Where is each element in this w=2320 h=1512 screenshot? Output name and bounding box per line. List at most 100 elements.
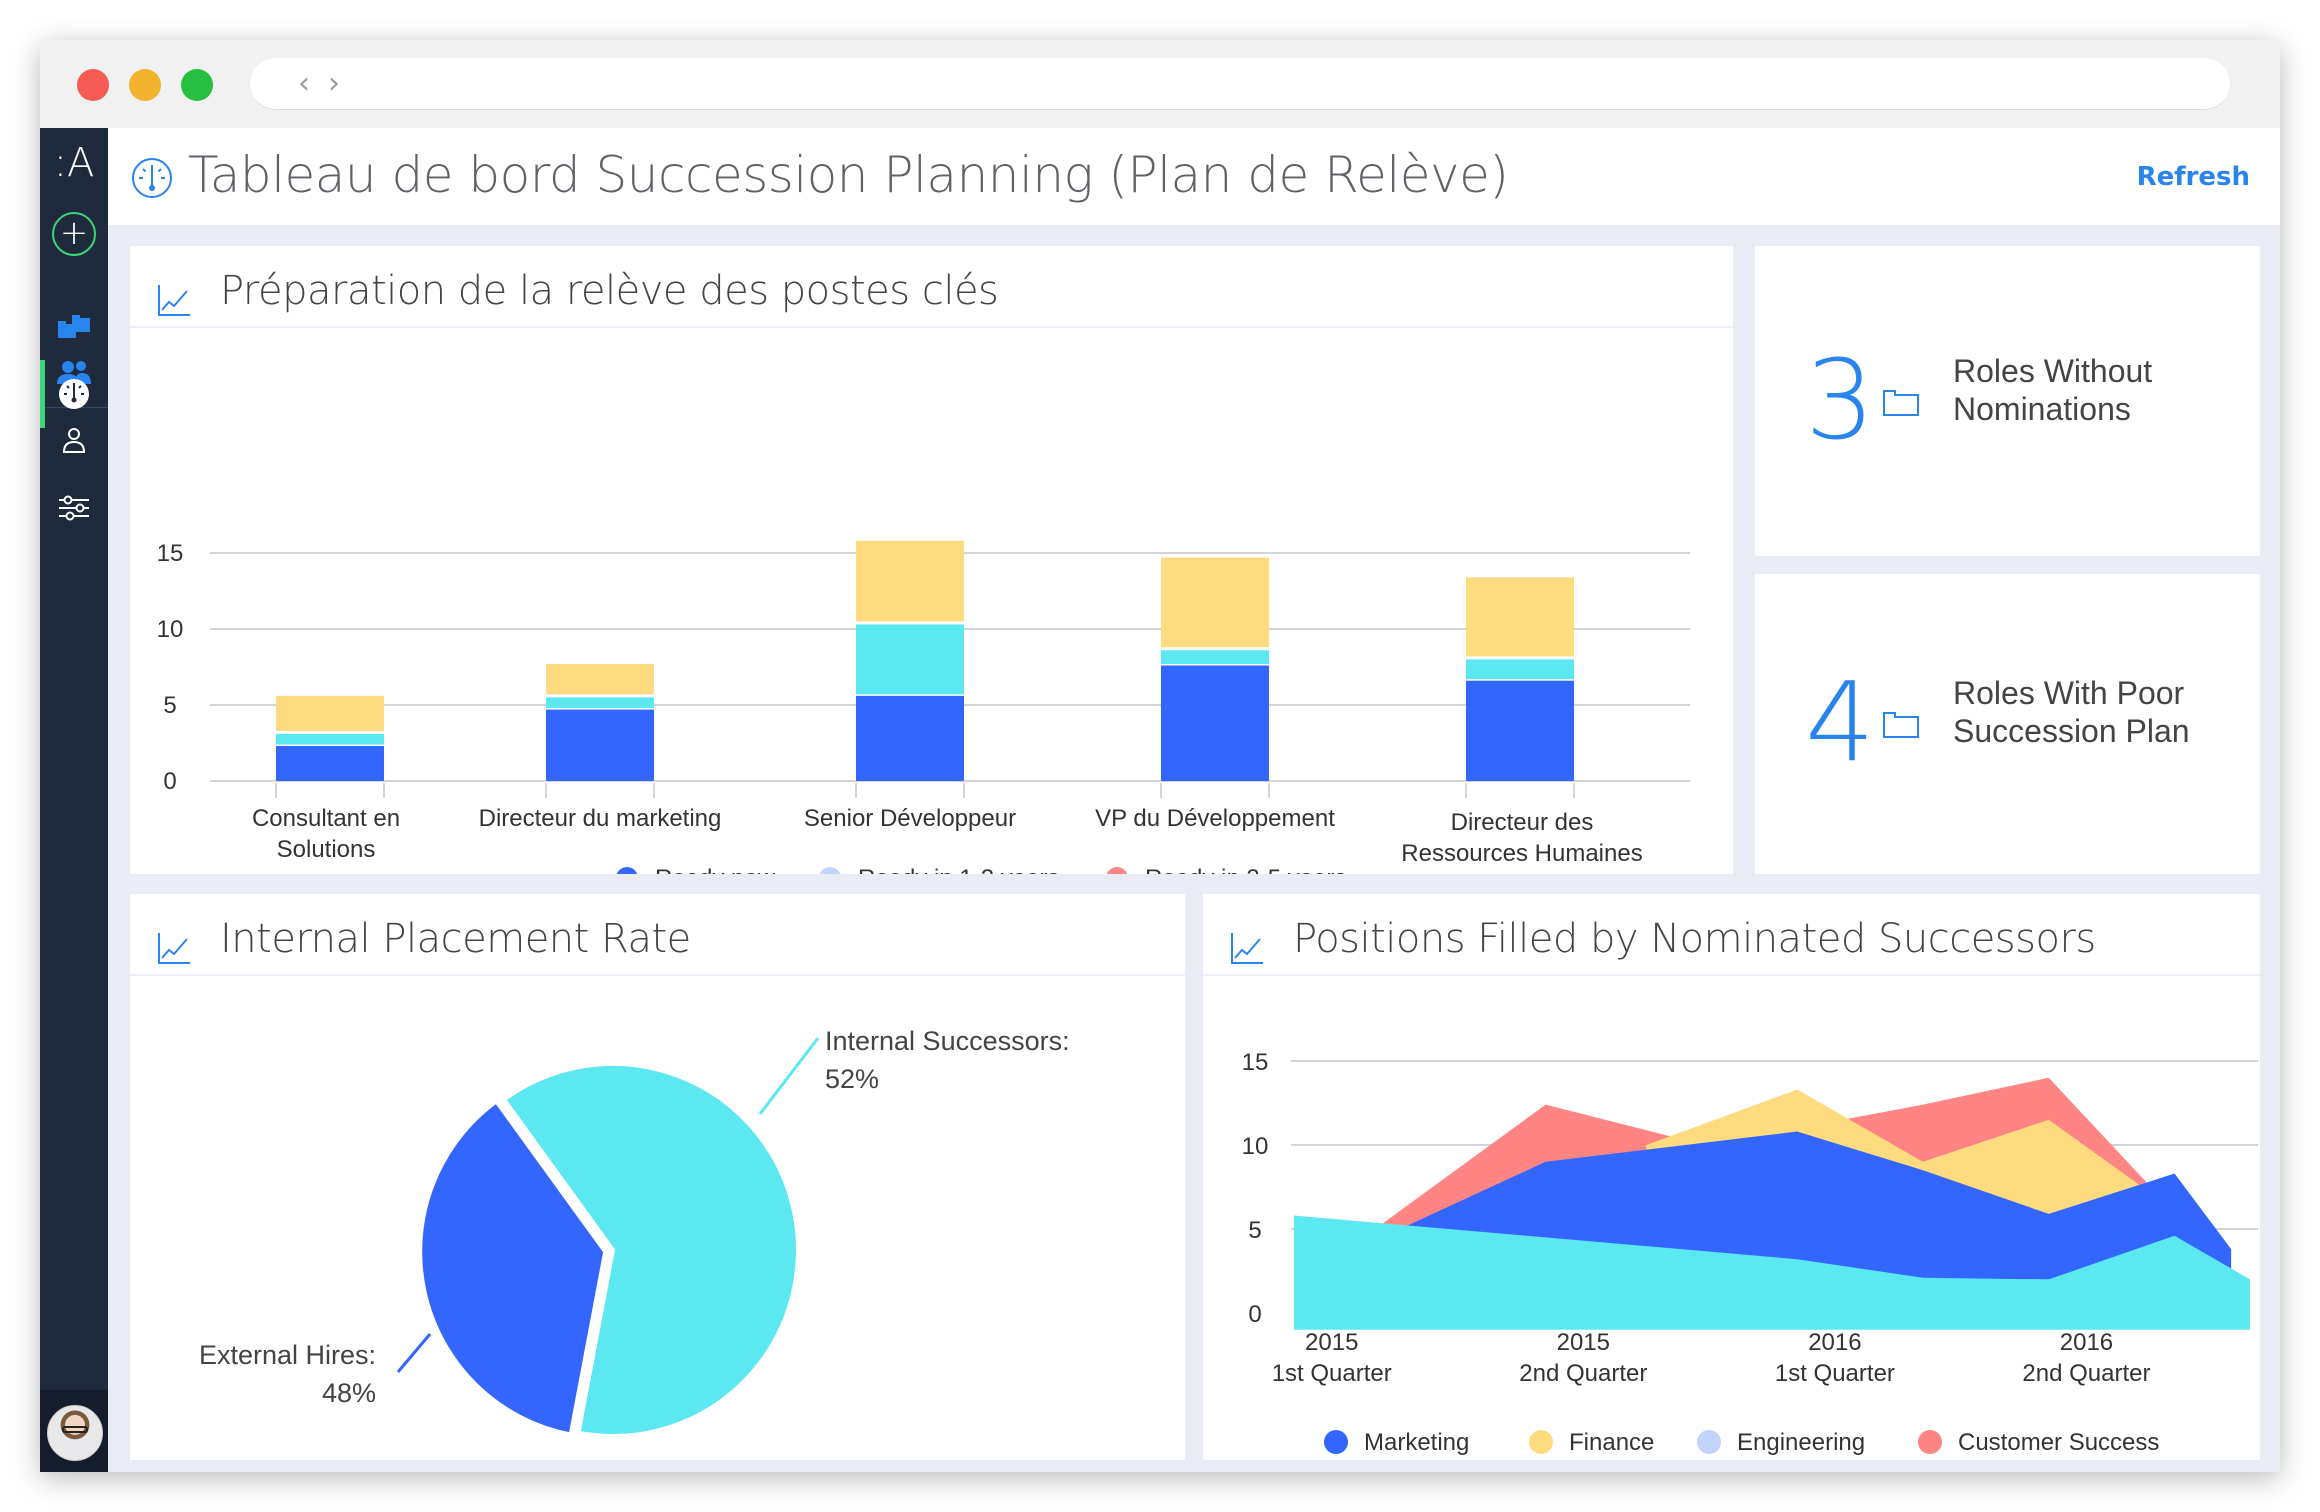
refresh-button[interactable]: Refresh [2137, 162, 2250, 192]
leader-line [758, 1037, 820, 1115]
address-bar[interactable]: ‹ › [250, 58, 2230, 110]
folder-icon [1883, 712, 1919, 738]
browser-titlebar: ‹ › [40, 40, 2280, 128]
y-tick-label: 15 [1242, 1049, 1269, 1076]
dashboard-gauge-icon [59, 379, 89, 409]
x-axis-label: Directeur des [1451, 809, 1594, 836]
bar-segment [546, 709, 654, 781]
x-axis-label: Ressources Humaines [1401, 840, 1642, 867]
x-axis-label: 1st Quarter [1272, 1360, 1392, 1387]
x-axis-label: 2015 [1305, 1329, 1358, 1356]
placement-chart-card: Internal Placement Rate Internal Success… [130, 894, 1185, 1460]
minimize-window-button[interactable] [129, 69, 161, 101]
legend-swatch [1529, 1430, 1553, 1454]
positions-area-chart: 0 5 10 15 2015 1st Quarter 2015 2nd Quarter 2016… [1242, 1049, 2258, 1456]
page-header: Tableau de bord Succession Planning (Pla… [108, 128, 2280, 225]
chevron-left-icon[interactable]: ‹ [298, 66, 310, 101]
bar-segment [1161, 557, 1269, 648]
x-axis-label: 2015 [1557, 1329, 1610, 1356]
kpi-card-roles-poor-succession[interactable]: 4 Roles With Poor Succession Plan [1755, 574, 2260, 874]
y-tick-label: 5 [1248, 1217, 1261, 1244]
pie-label: External Hires: [199, 1340, 376, 1370]
dashboard-gauge-icon [132, 158, 172, 198]
close-window-button[interactable] [77, 69, 109, 101]
readiness-chart-card: Préparation de la relève des postes clés… [130, 246, 1733, 874]
bar-segment [856, 695, 964, 781]
y-tick-label: 0 [1248, 1301, 1261, 1328]
y-tick-label: 10 [1242, 1133, 1269, 1160]
bar-segment [276, 733, 384, 745]
legend-label: Ready in 1-2 years [858, 865, 1059, 874]
leader-line [396, 1333, 432, 1373]
kpi-label-line1: Roles With Poor [1953, 675, 2185, 711]
bar-segment [276, 695, 384, 731]
bar-segment [1466, 577, 1574, 657]
sidebar-item-profile[interactable] [54, 422, 94, 462]
bar-segment [546, 697, 654, 709]
x-axis-label: Senior Développeur [804, 805, 1016, 832]
kpi-card-roles-without-nominations[interactable]: 3 Roles Without Nominations [1755, 246, 2260, 556]
app-logo[interactable]: :A [48, 140, 100, 186]
legend-swatch [1697, 1430, 1721, 1454]
y-tick-label: 0 [163, 768, 176, 795]
kpi-value: 3 [1805, 336, 1875, 464]
sidebar-item-dashboard[interactable] [54, 374, 94, 414]
sidebar-footer [40, 1390, 108, 1472]
sidebar-item-folders[interactable] [54, 308, 94, 348]
x-axis-label: Directeur du marketing [479, 805, 722, 832]
bar-segment [1466, 680, 1574, 781]
bar-segment [856, 624, 964, 695]
x-axis-label: Solutions [277, 836, 376, 863]
x-axis-label: 2nd Quarter [2022, 1360, 2150, 1387]
x-axis-label: Consultant en [252, 805, 400, 832]
browser-window: ‹ › :A + Tableau de bord Succession Plan… [40, 40, 2280, 1472]
bar-segment [1161, 650, 1269, 664]
readiness-bar-chart: 0 5 10 15 Consultant en Solutions Directeur du… [157, 540, 1690, 874]
bar-segment [546, 663, 654, 695]
positions-chart-card: Positions Filled by Nominated Successors… [1203, 894, 2260, 1460]
bar-segment [856, 540, 964, 622]
kpi-label-line1: Roles Without [1953, 353, 2153, 389]
pie-value: 48% [322, 1378, 376, 1408]
kpi-label: Roles Without Nominations [1953, 352, 2152, 428]
bar-segment [1466, 659, 1574, 680]
folder-icon [1883, 390, 1919, 416]
page-title: Tableau de bord Succession Planning (Pla… [188, 146, 1509, 204]
legend-swatch [616, 867, 638, 874]
maximize-window-button[interactable] [181, 69, 213, 101]
legend-label: Customer Success [1958, 1429, 2159, 1456]
bar-segment [276, 746, 384, 781]
kpi-label-line2: Nominations [1953, 391, 2131, 427]
x-axis-label: 2016 [2060, 1329, 2113, 1356]
y-tick-label: 15 [157, 540, 184, 567]
add-button[interactable]: + [52, 212, 96, 256]
sidebar-active-indicator [40, 360, 45, 428]
kpi-value: 4 [1805, 658, 1875, 786]
x-axis-label: 2nd Quarter [1519, 1360, 1647, 1387]
y-tick-label: 5 [163, 692, 176, 719]
legend-swatch [1324, 1430, 1348, 1454]
sidebar: :A + [40, 128, 108, 1472]
legend-label: Engineering [1737, 1429, 1865, 1456]
legend-swatch [1106, 867, 1128, 874]
legend-label: Ready now [655, 865, 776, 874]
plus-icon: + [59, 213, 89, 253]
pie-value: 52% [825, 1064, 879, 1094]
chevron-right-icon[interactable]: › [328, 66, 340, 101]
x-axis-label: 1st Quarter [1775, 1360, 1895, 1387]
kpi-label: Roles With Poor Succession Plan [1953, 674, 2190, 750]
legend-label: Finance [1569, 1429, 1654, 1456]
user-avatar[interactable] [47, 1405, 103, 1461]
sidebar-item-settings[interactable] [54, 488, 94, 528]
x-axis-label: VP du Développement [1095, 805, 1335, 832]
legend-label: Marketing [1364, 1429, 1469, 1456]
y-tick-label: 10 [157, 616, 184, 643]
bar-segment [1161, 665, 1269, 781]
legend-swatch [819, 867, 841, 874]
legend-swatch [1918, 1430, 1942, 1454]
x-axis-label: 2016 [1808, 1329, 1861, 1356]
folders-icon [58, 315, 90, 338]
kpi-label-line2: Succession Plan [1953, 713, 2190, 749]
legend-label: Ready in 3-5 years [1145, 865, 1346, 874]
sliders-icon [59, 495, 89, 521]
